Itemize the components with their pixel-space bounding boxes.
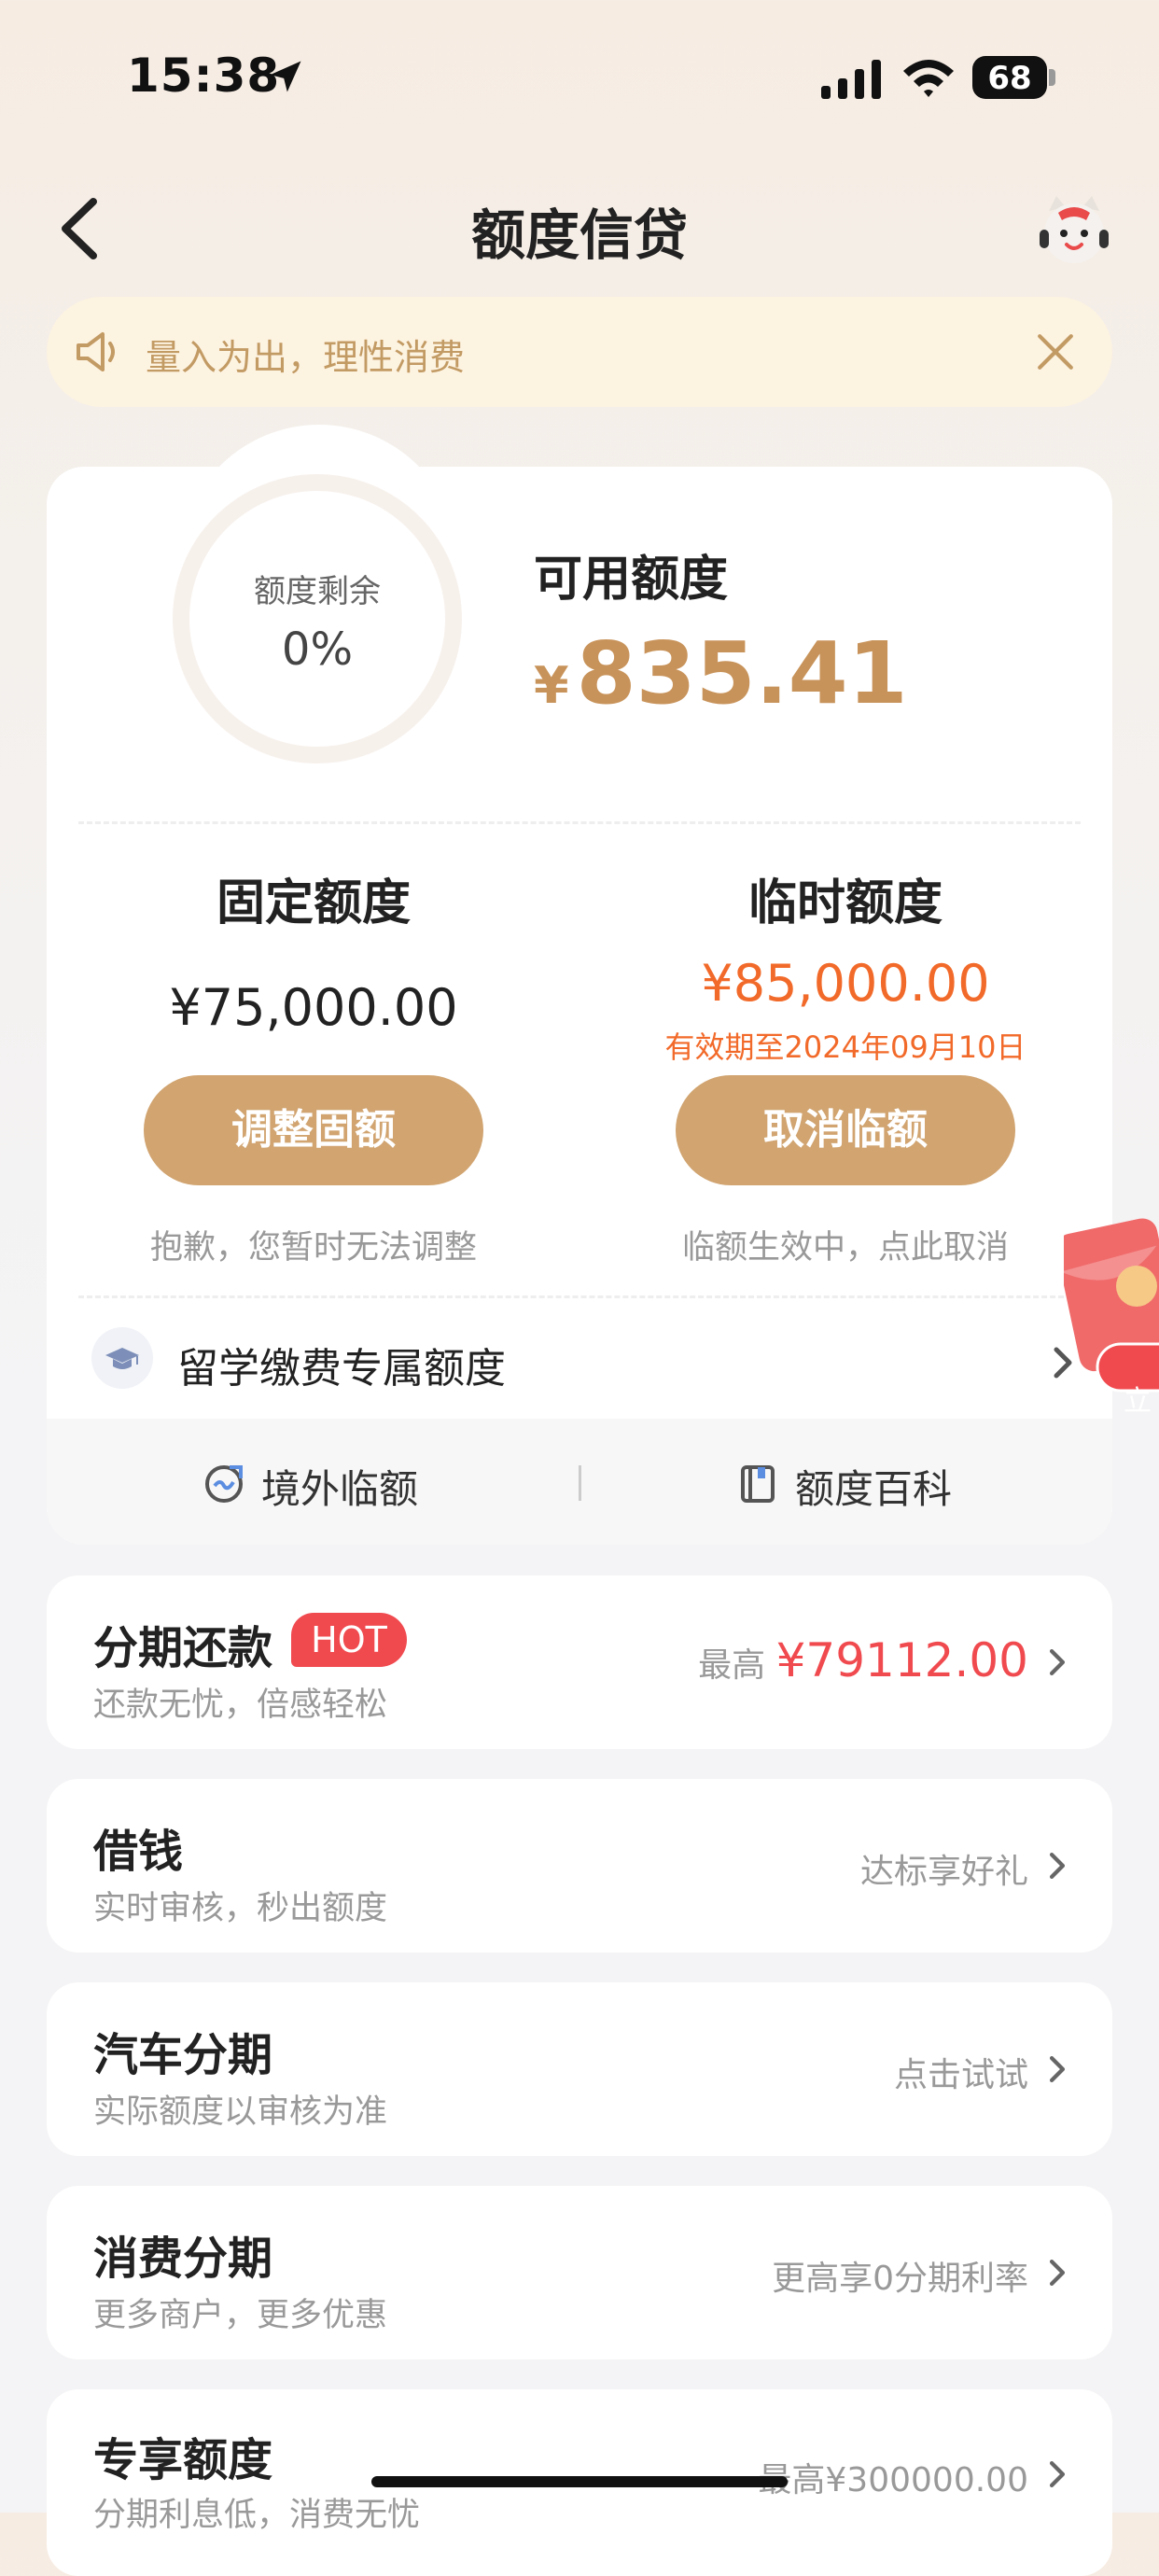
battery-indicator: 68: [972, 56, 1056, 99]
home-indicator[interactable]: [371, 2476, 788, 2487]
ring-label: 额度剩余: [254, 573, 381, 610]
cancel-temp-button[interactable]: 取消临额: [676, 1075, 1015, 1185]
chevron-right-icon: [1049, 2056, 1066, 2082]
notice-text: 量入为出，理性消费: [146, 337, 466, 378]
product-title: 借钱: [93, 1826, 184, 1878]
currency-symbol: ¥: [534, 656, 569, 715]
max-amount: ¥79112.00: [775, 1633, 1028, 1687]
assistant-mascot-icon[interactable]: [1036, 192, 1112, 267]
temp-credit-expiry: 有效期至2024年09月10日: [664, 1029, 1026, 1065]
product-title: 消费分期: [93, 2233, 273, 2285]
remaining-ring: [173, 474, 462, 763]
adjust-fixed-button[interactable]: 调整固额: [144, 1075, 483, 1185]
battery-level: 68: [987, 60, 1032, 97]
borrow-money-card[interactable]: 借钱 实时审核，秒出额度 达标享好礼: [47, 1779, 1112, 1953]
overseas-temp-credit-link[interactable]: 境外临额: [261, 1458, 418, 1515]
chevron-right-icon: [1049, 2461, 1066, 2487]
ring-value: 0%: [281, 623, 354, 676]
fixed-credit-hint: 抱歉，您暂时无法调整: [149, 1229, 477, 1267]
chevron-right-icon: [1049, 1853, 1066, 1879]
cellular-signal-icon: [821, 60, 881, 99]
product-right-text: 点击试试: [893, 2056, 1028, 2094]
product-subtitle: 实际额度以审核为准: [93, 2093, 388, 2131]
overseas-credit-icon: [205, 1465, 243, 1503]
product-subtitle: 更多商户，更多优惠: [93, 2297, 388, 2334]
available-credit-title: 可用额度: [534, 552, 729, 608]
page-title: 额度信贷: [470, 203, 688, 267]
product-title: 汽车分期: [93, 2029, 273, 2081]
close-icon[interactable]: [1036, 332, 1075, 371]
divider: [78, 821, 1081, 824]
product-title: 专享额度: [93, 2434, 273, 2486]
credit-encyclopedia-link[interactable]: 额度百科: [795, 1458, 952, 1515]
divider: [78, 1295, 1081, 1298]
hot-badge: HOT: [291, 1613, 407, 1667]
red-envelope-label[interactable]: 立: [1124, 1378, 1152, 1419]
location-arrow-icon: [270, 61, 301, 92]
product-right-text: 最高¥300000.00: [758, 2461, 1028, 2499]
speaker-icon: [77, 332, 115, 371]
product-right-text: 更高享0分期利率: [772, 2260, 1028, 2298]
notice-banner: 量入为出，理性消费: [47, 297, 1112, 407]
book-icon: [741, 1465, 775, 1503]
installment-repayment-card[interactable]: 分期还款 HOT 还款无忧，倍感轻松 最高 ¥79112.00: [47, 1575, 1112, 1749]
fixed-credit-title: 固定额度: [216, 875, 411, 931]
product-subtitle: 实时审核，秒出额度: [93, 1890, 388, 1927]
chevron-right-icon: [1049, 2260, 1066, 2286]
consumer-installment-card[interactable]: 消费分期 更多商户，更多优惠 更高享0分期利率: [47, 2186, 1112, 2359]
graduation-cap-icon: [91, 1327, 153, 1389]
fixed-credit-amount: ¥75,000.00: [169, 978, 458, 1037]
temp-credit-amount: ¥85,000.00: [701, 954, 990, 1013]
status-time: 15:38: [127, 49, 281, 103]
footer-divider: [579, 1465, 581, 1501]
max-prefix: 最高: [698, 1646, 776, 1685]
car-installment-card[interactable]: 汽车分期 实际额度以审核为准 点击试试: [47, 1982, 1112, 2156]
temp-credit-title: 临时额度: [747, 875, 943, 931]
study-abroad-label[interactable]: 留学缴费专属额度: [177, 1335, 506, 1394]
available-credit-amount: ¥835.41: [534, 623, 908, 723]
wifi-icon: [903, 60, 954, 97]
chevron-right-icon: [1049, 1649, 1066, 1675]
product-right-text: 最高 ¥79112.00: [698, 1633, 1028, 1687]
product-right-text: 达标享好礼: [859, 1853, 1028, 1891]
available-amount-value: 835.41: [576, 623, 908, 723]
product-subtitle: 还款无忧，倍感轻松: [93, 1687, 388, 1724]
temp-credit-hint[interactable]: 临额生效中，点此取消: [621, 1221, 1069, 1268]
product-title: 分期还款: [93, 1622, 273, 1674]
